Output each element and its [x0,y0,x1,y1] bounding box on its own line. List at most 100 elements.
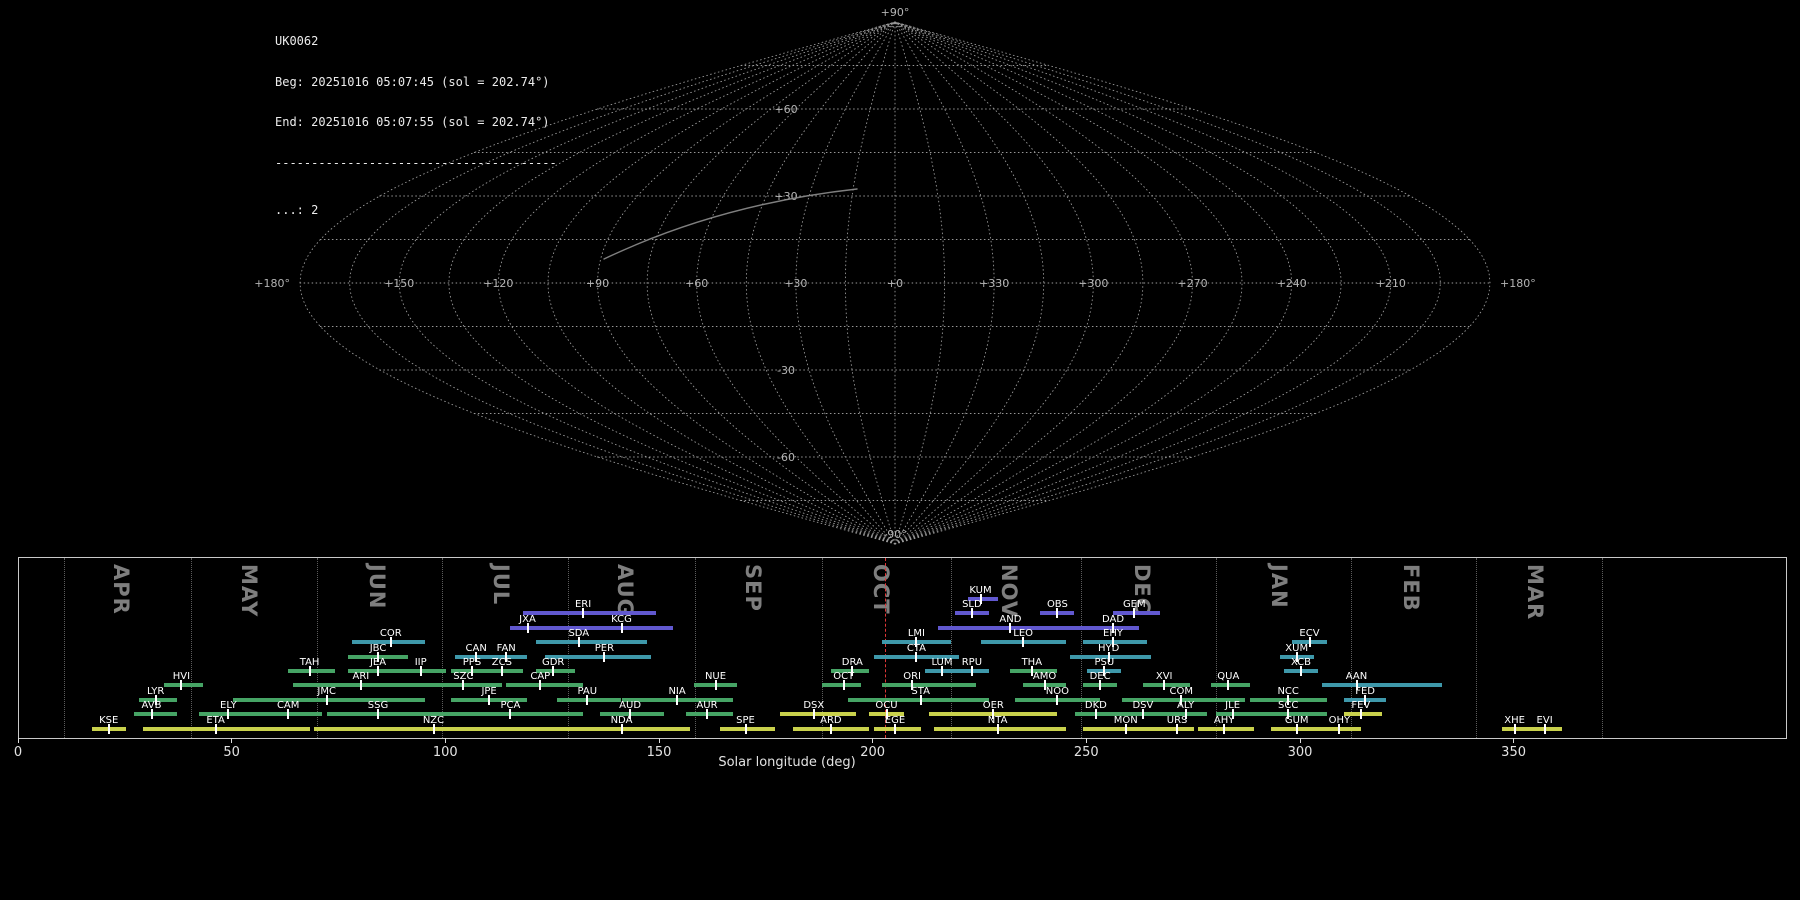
x-axis-tick [1299,738,1301,743]
shower-label: URS [1166,714,1188,726]
shower-label: ELY [220,700,237,712]
shower-label: THA [1021,657,1043,668]
shower-label: NUE [704,671,727,683]
sky-lon-label: +150 [384,277,414,290]
shower-label: CAP [530,671,551,683]
shower-bar [484,669,524,673]
shower-label: JXA [519,613,536,625]
sky-lon-label: +90 [586,277,609,290]
observation-info-block: UK0062 Beg: 20251016 05:07:45 (sol = 202… [275,8,557,245]
shower-bar [1271,726,1327,731]
month-label: JAN [1266,564,1291,609]
sky-lon-label: +120 [483,277,513,290]
x-axis-tick-label: 300 [1287,745,1313,760]
shower-label: LEO [1013,628,1034,640]
shower-label: ETA [206,714,225,726]
x-axis-tick-label: 100 [432,745,458,760]
shower-label: EVI [1536,714,1553,726]
shower-bar [719,726,776,731]
shower-label: GDR [541,657,565,668]
shower-label: ALY [1176,700,1195,712]
month-gridline [1475,558,1477,738]
sky-grid-meridian [894,21,1342,545]
shower-bar [142,726,310,731]
month-gridline [63,558,65,738]
shower-label: OBS [1046,599,1068,611]
x-axis-tick [872,738,874,743]
month-gridline [567,558,569,738]
shower-label: SDA [568,628,590,640]
begin-time: Beg: 20251016 05:07:45 (sol = 202.74°) [275,74,550,89]
meteor-count: ...: 2 [275,203,319,217]
x-axis-tick [231,738,233,743]
month-gridline [951,558,953,738]
month-label: AUG [612,564,637,617]
shower-label: DAD [1101,613,1125,625]
month-label: JUL [488,564,513,606]
month-label: MAY [236,564,261,618]
shower-label: GUM [1284,714,1309,726]
x-axis-tick-label: 50 [223,745,240,760]
sky-lat-label: +90° [881,6,910,19]
shower-label: QUA [1217,671,1240,683]
shower-label: XUM [1285,642,1309,654]
shower-bar [822,683,861,688]
shower-label: PAU [577,685,598,697]
shower-bar [933,726,1066,731]
shower-label: LYR [147,685,165,697]
sky-lon-label: +180° [1500,277,1536,290]
x-axis-tick [658,738,660,743]
shower-label: JLE [1225,700,1241,712]
end-time: End: 20251016 05:07:55 (sol = 202.74°) [275,115,550,129]
shower-label: NOO [1045,685,1069,697]
sky-lon-label: +210 [1376,277,1406,290]
shower-label: FED [1355,685,1375,697]
shower-label: CTA [906,642,926,654]
shower-label: AUD [619,700,642,712]
shower-label: SCC [1278,700,1299,712]
shower-label: NIA [668,685,686,697]
shower-label: AUR [696,700,718,712]
x-axis-tick-label: 350 [1501,745,1526,760]
month-gridline [441,558,443,738]
shower-label: IIP [414,657,427,668]
shower-label: PSU [1094,657,1115,668]
sky-lon-label: +330 [979,277,1009,290]
shower-label: SZC [453,671,474,683]
separator-line: --------------------------------------- [275,155,557,170]
shower-label: JPE [481,685,497,697]
x-axis-tick [17,738,19,743]
shower-label: AND [999,613,1022,625]
shower-bar [313,726,558,731]
shower-bar [1198,726,1254,731]
shower-bar [134,712,178,717]
month-gridline [1602,558,1604,738]
shower-label: EGE [884,714,906,726]
sky-lon-label: +0 [887,277,903,290]
x-axis-tick [1085,738,1087,743]
shower-label: DEC [1089,671,1111,683]
activity-timeline-panel: APR MAY JUN JUL AUG SEP OCT NOV DEC JAN FEB MAR KUM E… [18,557,1787,739]
shower-bar [1501,726,1532,731]
sky-lon-label: +30 [784,277,807,290]
x-axis: 0 50 100 150 200 250 300 350 [0,738,1800,778]
shower-label: DKD [1084,700,1107,712]
sky-lon-label: +180° [254,277,290,290]
x-axis-tick [1513,738,1515,743]
sky-lon-label: +60 [685,277,708,290]
month-label: SEP [741,564,765,612]
shower-bar [399,669,447,673]
shower-label: AMO [1032,671,1057,683]
shower-label: SSG [367,700,389,712]
sky-lon-label: +240 [1277,277,1307,290]
month-gridline [317,558,319,738]
shower-label: ERI [574,599,592,611]
shower-bar [1322,726,1361,731]
shower-label: NCC [1277,685,1299,697]
x-axis-tick-label: 150 [646,745,672,760]
shower-label: MON [1113,714,1138,726]
sky-lat-label: -60 [777,451,795,464]
shower-label: AHY [1213,714,1235,726]
shower-label: DRA [841,657,863,668]
shower-label: SPE [736,714,755,726]
